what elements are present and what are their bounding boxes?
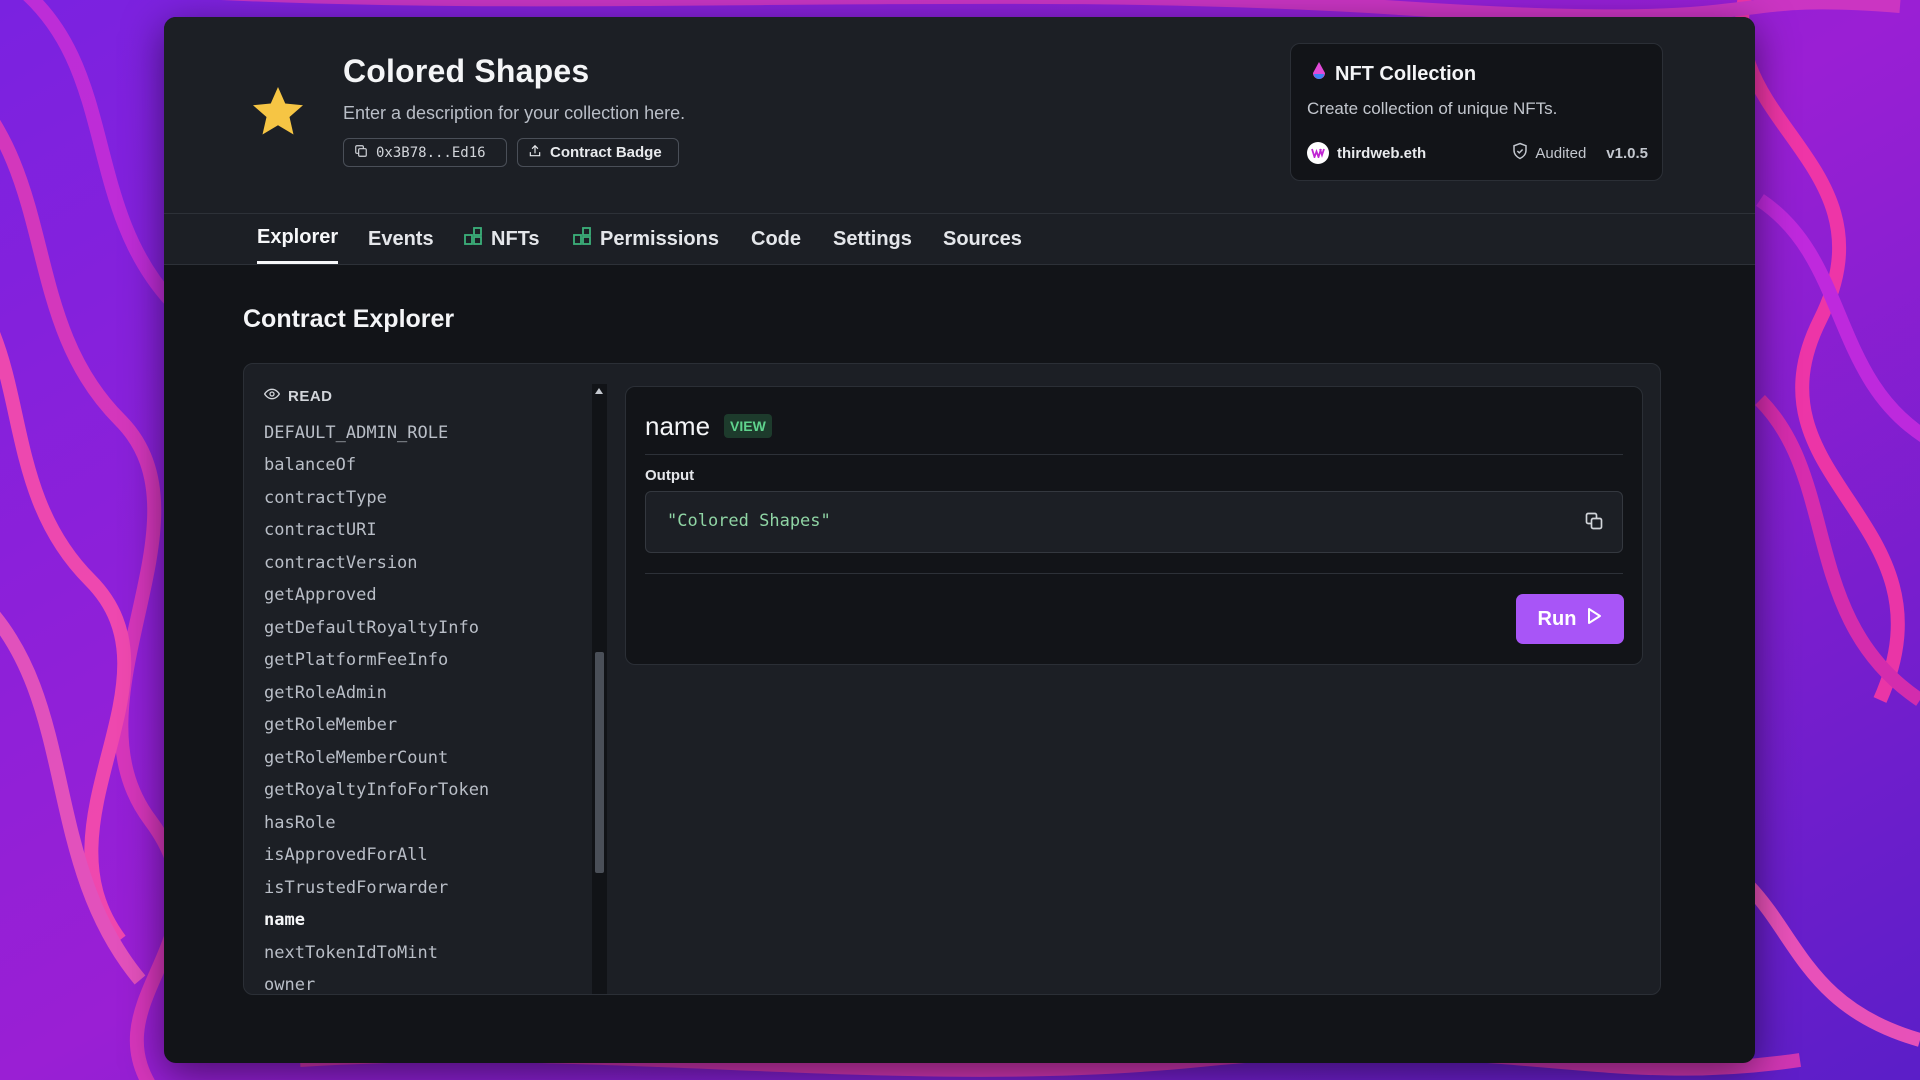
function-item[interactable]: isApprovedForAll [264, 845, 428, 865]
copy-address-button[interactable]: 0x3B78...Ed16 [343, 138, 507, 167]
audited-status: Audited [1511, 142, 1586, 164]
function-item[interactable]: getDefaultRoyaltyInfo [264, 618, 479, 638]
read-section-header: READ [263, 386, 333, 406]
function-item[interactable]: getApproved [264, 585, 377, 605]
output-label: Output [645, 467, 695, 484]
function-item-selected[interactable]: name [264, 910, 305, 930]
contract-address: 0x3B78...Ed16 [376, 144, 486, 161]
publisher-link[interactable]: thirdweb.eth [1307, 142, 1426, 164]
function-item[interactable]: owner [264, 975, 315, 994]
contract-logo-icon [1311, 61, 1327, 87]
section-title: Contract Explorer [243, 305, 455, 333]
shield-check-icon [1511, 142, 1529, 164]
app-window: Colored Shapes Enter a description for y… [164, 17, 1755, 1063]
function-item[interactable]: getRoyaltyInfoForToken [264, 780, 489, 800]
copy-icon [354, 144, 368, 162]
eye-icon [263, 386, 281, 406]
output-box: "Colored Shapes" [645, 491, 1623, 553]
function-list[interactable]: READ DEFAULT_ADMIN_ROLE balanceOf contra… [244, 364, 589, 994]
run-button[interactable]: Run [1516, 594, 1624, 644]
copy-icon [1584, 512, 1604, 535]
tab-settings[interactable]: Settings [833, 214, 912, 264]
scroll-thumb[interactable] [595, 652, 604, 873]
function-item[interactable]: nextTokenIdToMint [264, 943, 438, 963]
copy-output-button[interactable] [1584, 511, 1604, 531]
contract-type-title: NFT Collection [1335, 62, 1477, 85]
function-item[interactable]: balanceOf [264, 455, 356, 475]
function-item[interactable]: contractType [264, 488, 387, 508]
grid-icon [463, 226, 483, 252]
collection-header: Colored Shapes Enter a description for y… [164, 17, 1755, 214]
function-item[interactable]: contractVersion [264, 553, 418, 573]
function-item[interactable]: getRoleAdmin [264, 683, 387, 703]
divider [645, 454, 1623, 455]
audited-label: Audited [1535, 144, 1587, 162]
function-item[interactable]: contractURI [264, 520, 377, 540]
run-label: Run [1537, 607, 1577, 630]
tab-permissions[interactable]: Permissions [572, 214, 719, 264]
tab-bar: Explorer Events NFTs Permissions Code Se… [164, 214, 1755, 265]
divider [645, 573, 1623, 574]
function-list-scrollbar[interactable] [592, 384, 607, 994]
function-name: name [645, 411, 711, 441]
tab-sources[interactable]: Sources [943, 214, 1022, 264]
output-value: "Colored Shapes" [667, 511, 831, 531]
star-icon [248, 82, 308, 142]
function-item[interactable]: getPlatformFeeInfo [264, 650, 448, 670]
function-item[interactable]: hasRole [264, 813, 336, 833]
tab-explorer[interactable]: Explorer [257, 214, 339, 264]
contract-explorer-panel: READ DEFAULT_ADMIN_ROLE balanceOf contra… [243, 363, 1661, 995]
contract-version: v1.0.5 [1606, 144, 1648, 162]
grid-icon [572, 226, 592, 252]
tab-events[interactable]: Events [368, 214, 434, 264]
collection-title: Colored Shapes [343, 53, 590, 89]
play-icon [1586, 607, 1602, 631]
view-badge: VIEW [724, 414, 772, 438]
contract-badge-button[interactable]: Contract Badge [517, 138, 679, 167]
contract-type-description: Create collection of unique NFTs. [1307, 99, 1558, 118]
function-item[interactable]: getRoleMember [264, 715, 397, 735]
function-item[interactable]: getRoleMemberCount [264, 748, 448, 768]
share-icon [528, 144, 542, 162]
scroll-up-arrow-icon[interactable] [595, 388, 603, 394]
collection-description: Enter a description for your collection … [343, 103, 686, 123]
contract-type-card[interactable]: NFT Collection Create collection of uniq… [1290, 43, 1663, 181]
publisher-name: thirdweb.eth [1337, 144, 1427, 162]
tab-nfts[interactable]: NFTs [463, 214, 540, 264]
publisher-avatar [1307, 142, 1329, 164]
function-item[interactable]: DEFAULT_ADMIN_ROLE [264, 423, 448, 443]
function-detail-panel: name VIEW Output "Colored Shapes" Run [625, 386, 1643, 665]
function-item[interactable]: isTrustedForwarder [264, 878, 448, 898]
contract-badge-label: Contract Badge [550, 144, 662, 161]
tab-code[interactable]: Code [751, 214, 801, 264]
